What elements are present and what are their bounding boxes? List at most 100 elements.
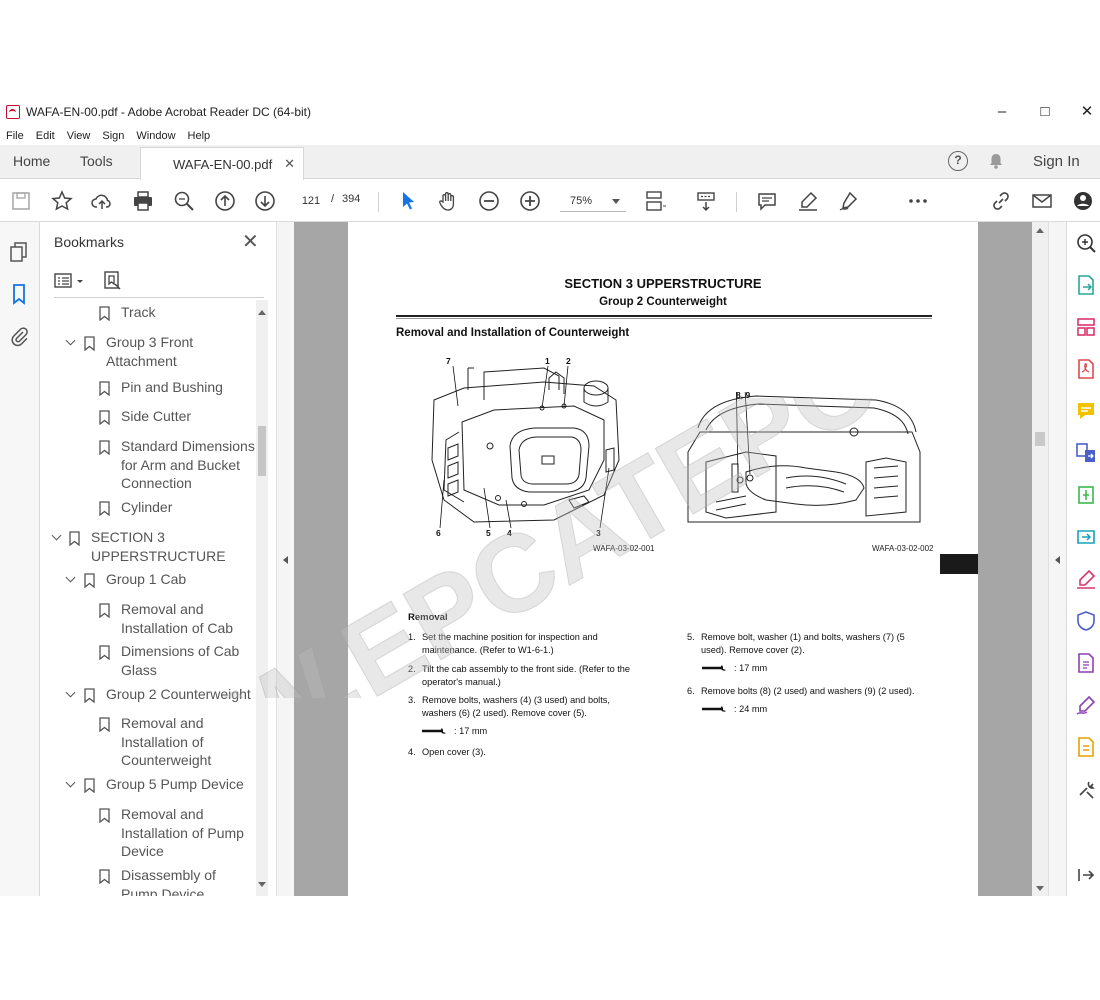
highlight-pen-icon[interactable] [797,190,819,212]
organize-pages-icon[interactable] [1075,316,1097,338]
scroll-up-icon[interactable] [258,310,266,315]
bookmarks-scrollbar[interactable] [256,300,268,896]
bookmark-options-icon[interactable] [54,272,86,290]
right-panel-splitter[interactable] [1048,222,1066,896]
step-text: Remove bolts (8) (2 used) and washers (9… [701,686,915,696]
scrollbar-thumb[interactable] [258,426,266,476]
wrench-icon [702,706,726,712]
sign-in-button[interactable]: Sign In [1033,153,1080,170]
close-tab-icon[interactable]: ✕ [284,156,295,172]
more-options-icon[interactable] [907,190,929,212]
edit-pdf-icon[interactable] [1075,652,1097,674]
select-cursor-icon[interactable] [397,190,419,212]
procedure-step: 2. Tilt the cab assembly to the front si… [408,663,648,689]
scrollbar-thumb[interactable] [1035,432,1045,446]
zoom-out-icon[interactable] [478,190,500,212]
bookmark-item[interactable]: Dimensions of Cab Glass [40,639,258,681]
chevron-down-icon[interactable] [66,778,76,788]
tab-home[interactable]: Home [13,153,50,169]
bookmark-item[interactable]: Removal and Installation of Pump Device [40,802,258,862]
export-pdf-icon[interactable] [1075,274,1097,296]
figure-callout: 2 [566,356,571,366]
print-icon[interactable] [132,190,154,212]
scroll-mode-icon[interactable] [695,190,717,212]
minimize-button[interactable]: – [992,102,1012,122]
scroll-down-icon[interactable] [258,882,266,887]
bookmark-item[interactable]: Standard Dimensions for Arm and Bucket C… [40,434,258,494]
upload-cloud-icon[interactable] [91,190,113,212]
bookmark-item[interactable]: Cylinder [40,495,258,519]
document-scrollbar[interactable] [1032,222,1048,896]
menu-help[interactable]: Help [182,127,217,145]
bookmark-item[interactable]: SECTION 3 UPPERSTRUCTURE [40,525,258,567]
bookmark-panel-icon[interactable] [8,283,30,305]
compress-pdf-icon[interactable] [1075,484,1097,506]
share-link-icon[interactable] [990,190,1012,212]
previous-page-icon[interactable] [214,190,236,212]
fit-page-icon[interactable] [644,190,666,212]
next-page-icon[interactable] [254,190,276,212]
chevron-down-icon[interactable] [52,531,62,541]
chevron-down-icon[interactable] [612,199,620,204]
maximize-button[interactable]: □ [1035,102,1055,122]
request-signature-icon[interactable] [1075,694,1097,716]
new-bookmark-icon[interactable] [102,270,122,292]
save-icon[interactable] [10,190,32,212]
close-icon[interactable]: ✕ [242,229,259,254]
hand-tool-icon[interactable] [437,190,459,212]
wrench-size-value: : 17 mm [734,663,768,673]
panel-splitter[interactable] [276,222,294,896]
scroll-down-icon[interactable] [1036,886,1044,891]
attachment-paperclip-icon[interactable] [8,325,30,347]
help-icon[interactable]: ? [948,151,968,171]
sign-pen-icon[interactable] [837,190,859,212]
send-for-review-icon[interactable] [1075,526,1097,548]
search-icon[interactable] [173,190,195,212]
email-icon[interactable] [1031,190,1053,212]
more-tools-icon[interactable] [1075,778,1097,800]
chevron-down-icon[interactable] [66,336,76,346]
title-rule [396,315,932,317]
menu-edit[interactable]: Edit [30,127,61,145]
protect-shield-icon[interactable] [1075,610,1097,632]
create-pdf-icon[interactable] [1075,358,1097,380]
star-icon[interactable] [51,190,73,212]
page-number-input[interactable]: 121 [293,190,329,212]
bookmark-item[interactable]: Group 2 Counterweight [40,682,258,706]
bookmark-item[interactable]: Side Cutter [40,404,258,428]
bookmark-item[interactable]: Disassembly of Pump Device [40,863,258,896]
tab-document[interactable]: WAFA-EN-00.pdf ✕ [140,147,304,180]
bookmark-item[interactable]: Group 1 Cab [40,567,258,591]
chevron-down-icon[interactable] [66,573,76,583]
bookmark-item[interactable]: Track [40,300,258,324]
bookmark-item[interactable]: Removal and Installation of Counterweigh… [40,711,258,771]
menu-window[interactable]: Window [130,127,181,145]
bookmarks-panel-title: Bookmarks [54,234,125,250]
collapse-panel-icon[interactable] [283,556,288,564]
counterweight-figure-1 [424,360,624,532]
combine-files-icon[interactable] [1075,442,1097,464]
expand-panel-icon[interactable] [1055,556,1060,564]
bell-icon[interactable] [986,151,1006,171]
bookmark-item[interactable]: Group 5 Pump Device [40,772,258,796]
tab-tools[interactable]: Tools [80,153,113,169]
bookmark-item[interactable]: Pin and Bushing [40,375,258,399]
collapse-tools-icon[interactable] [1075,864,1097,886]
chevron-down-icon[interactable] [66,688,76,698]
stamp-tool-icon[interactable] [1075,736,1097,758]
bookmark-item[interactable]: Group 3 Front Attachment [40,330,258,372]
account-icon[interactable] [1072,190,1094,212]
zoom-search-tool-icon[interactable] [1075,232,1097,254]
menu-view[interactable]: View [61,127,97,145]
menu-file[interactable]: File [0,127,30,145]
menu-sign[interactable]: Sign [96,127,130,145]
bookmark-item[interactable]: Removal and Installation of Cab [40,597,258,639]
page-thumbnails-icon[interactable] [8,241,30,263]
bookmark-icon [99,440,110,456]
comment-tool-icon[interactable] [1075,400,1097,422]
zoom-in-icon[interactable] [519,190,541,212]
fill-and-sign-icon[interactable] [1075,568,1097,590]
scroll-up-icon[interactable] [1036,228,1044,233]
close-window-button[interactable]: ✕ [1077,102,1097,122]
comment-icon[interactable] [756,190,778,212]
